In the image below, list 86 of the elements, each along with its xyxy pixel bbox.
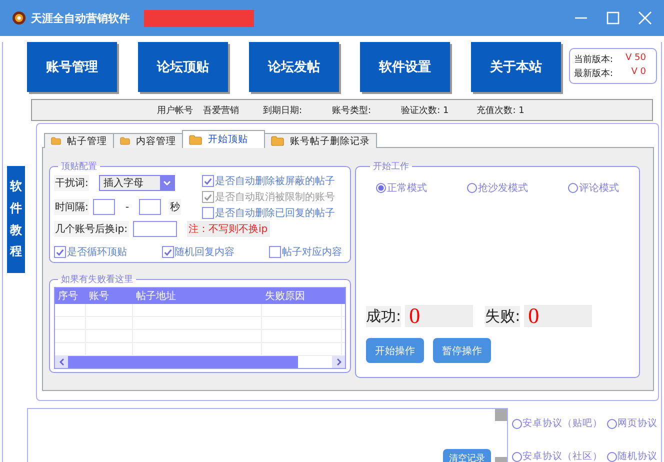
group-title: 顶贴配置 <box>60 160 98 173</box>
action-button[interactable]: 开始操作 <box>366 338 424 363</box>
checkbox-label: 是否自动取消被限制的账号 <box>215 190 335 204</box>
nav-button[interactable]: 账号管理 <box>27 42 117 92</box>
window-title: 天涯全自动营销软件 <box>31 10 130 26</box>
radio-button[interactable] <box>606 452 617 462</box>
info-text: 账号类型: <box>332 104 372 116</box>
version-label: 当前版本: <box>574 54 614 66</box>
checkbox-label: 帖子对应内容 <box>282 246 342 259</box>
info-text: 用户帐号 <box>157 104 193 116</box>
interval-to-field[interactable] <box>138 199 161 215</box>
radio-label: 安卓协议（社区） <box>522 450 603 462</box>
version-value: V 0 <box>631 66 646 78</box>
group-title: 开始工作 <box>372 161 410 173</box>
group-title: 如果有失败看这里 <box>60 274 134 286</box>
folder-icon <box>120 136 130 146</box>
column-header: 帖子地址 <box>135 290 177 303</box>
unit-label: 秒 <box>168 199 181 215</box>
range-separator: - <box>125 202 129 212</box>
scroll-left-icon[interactable] <box>58 358 64 366</box>
checkbox[interactable] <box>202 175 214 187</box>
radio-button[interactable] <box>467 183 477 193</box>
close-icon[interactable] <box>638 11 652 25</box>
maximize-icon[interactable] <box>606 11 620 25</box>
success-count: 0 <box>405 305 474 327</box>
info-text: 到期日期: <box>263 104 302 116</box>
fail-label: 失败: <box>485 306 520 326</box>
scroll-right-icon[interactable] <box>336 358 342 366</box>
nav-button[interactable]: 软件设置 <box>360 42 450 92</box>
radio-button[interactable] <box>606 418 617 428</box>
field-label: 时间隔: <box>54 199 90 215</box>
tab-label: 内容管理 <box>136 134 176 148</box>
radio-button[interactable] <box>376 183 386 193</box>
dropdown-icon <box>160 176 174 190</box>
horizontal-scrollbar[interactable] <box>55 356 345 368</box>
clear-log-button[interactable]: 清空记录 <box>443 449 491 462</box>
column-header: 失败原因 <box>264 290 306 303</box>
checkbox-label: 是否自动删除已回复的帖子 <box>215 206 335 220</box>
folder-icon <box>271 136 284 146</box>
action-button[interactable]: 暂停操作 <box>433 338 491 363</box>
version-label: 最新版本: <box>574 68 614 80</box>
radio-label: 正常模式 <box>387 182 427 195</box>
radio-label: 评论模式 <box>579 182 619 195</box>
checkbox-label: 随机回复内容 <box>174 246 234 259</box>
radio-button[interactable] <box>512 418 522 428</box>
checkbox-label: 是否自动删除被屏蔽的帖子 <box>215 174 335 188</box>
info-text: 验证次数: 1 <box>401 104 449 116</box>
radio-button[interactable] <box>568 183 578 193</box>
tab[interactable]: 内容管理 <box>113 133 183 148</box>
field-label: 干扰词: <box>54 175 90 191</box>
tab[interactable]: 帖子管理 <box>44 133 114 148</box>
tab-label: 帖子管理 <box>67 134 107 148</box>
note-text: 注：不写则不换ip <box>186 221 270 237</box>
vertical-scrollbar[interactable] <box>494 409 507 462</box>
tab-label: 开始顶贴 <box>208 133 248 146</box>
app-icon <box>12 11 26 25</box>
column-header: 序号 <box>57 290 79 303</box>
radio-button[interactable] <box>512 452 522 462</box>
interference-dropdown[interactable]: 插入字母 <box>99 175 176 191</box>
column-header: 账号 <box>88 290 110 303</box>
tab[interactable]: 开始顶贴 <box>182 130 265 148</box>
tutorial-button[interactable]: 软件教程 <box>7 166 25 273</box>
success-label: 成功: <box>366 306 402 326</box>
nav-button[interactable]: 论坛顶贴 <box>138 42 228 92</box>
fail-count: 0 <box>524 305 592 327</box>
checkbox[interactable] <box>54 246 66 258</box>
checkbox-label: 是否循环顶贴 <box>67 246 127 259</box>
nav-button[interactable]: 论坛发帖 <box>249 42 339 92</box>
folder-icon <box>51 136 61 146</box>
checkbox[interactable] <box>162 246 174 258</box>
tab[interactable]: 账号帖子删除记录 <box>264 133 377 148</box>
info-text: 充值次数: 1 <box>476 104 524 116</box>
checkbox[interactable] <box>269 246 281 258</box>
radio-label: 网页协议 <box>618 417 658 430</box>
radio-label: 随机协议 <box>618 450 658 462</box>
radio-label: 安卓协议（贴吧） <box>522 417 603 430</box>
checkbox[interactable] <box>202 207 214 219</box>
radio-label: 抢沙发模式 <box>478 182 528 195</box>
version-value: V 50 <box>626 52 646 64</box>
field-label: 几个账号后换ip: <box>54 221 128 237</box>
nav-button[interactable]: 关于本站 <box>471 42 561 92</box>
tab-label: 账号帖子删除记录 <box>290 134 370 148</box>
interval-from-field[interactable] <box>93 199 116 215</box>
ip-switch-field[interactable] <box>132 221 176 237</box>
info-text: 吾爱营销 <box>203 104 239 116</box>
folder-icon <box>189 134 202 144</box>
